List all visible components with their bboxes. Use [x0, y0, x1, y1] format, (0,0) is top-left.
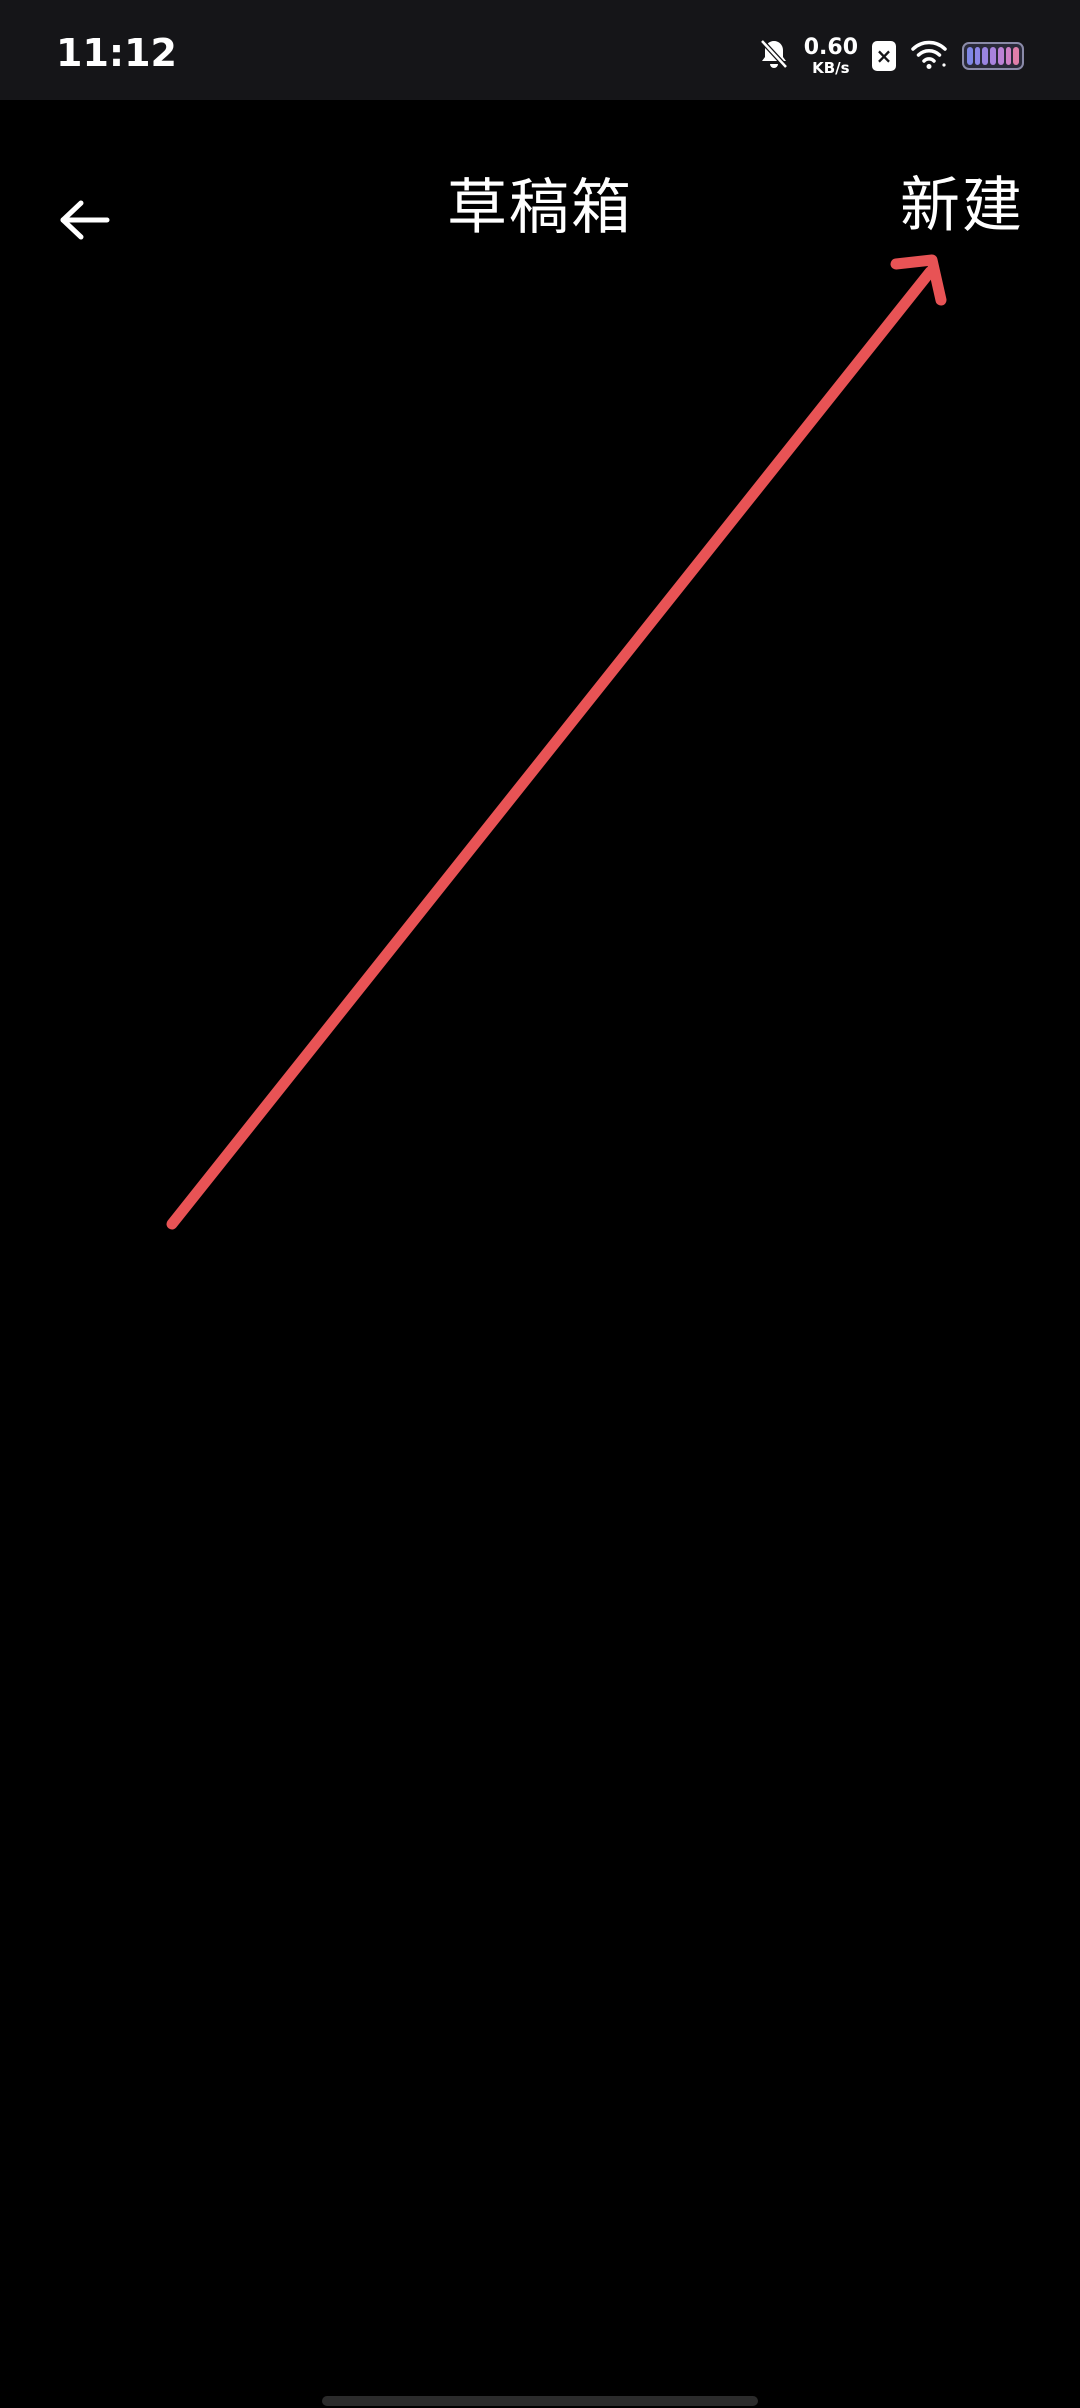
net-speed-value: 0.60 — [803, 34, 858, 60]
bell-muted-icon — [758, 37, 790, 75]
status-icons: 0.60 KB/s × — [758, 36, 1024, 76]
battery-icon — [962, 42, 1024, 70]
status-time: 11:12 — [56, 31, 177, 75]
header-bar: 草稿箱 新建 — [0, 100, 1080, 330]
status-bar: 11:12 0.60 KB/s × — [0, 0, 1080, 100]
new-button[interactable]: 新建 — [900, 170, 1024, 242]
home-indicator[interactable] — [322, 2396, 758, 2406]
sim-disabled-icon: × — [872, 41, 896, 71]
net-speed-unit: KB/s — [812, 58, 850, 77]
net-speed: 0.60 KB/s — [803, 34, 858, 77]
wifi-icon — [910, 38, 948, 74]
annotation-arrow — [166, 254, 947, 1230]
